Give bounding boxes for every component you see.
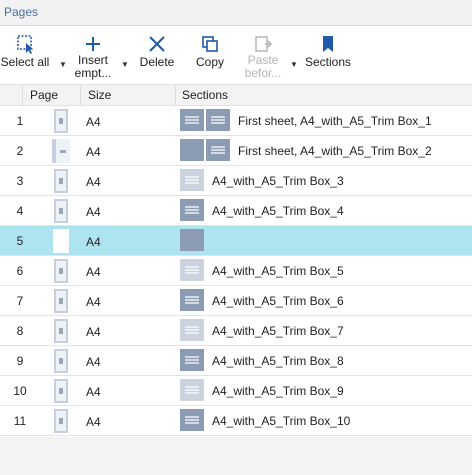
page-thumbnail (54, 109, 68, 133)
delete-label: Delete (139, 55, 175, 69)
column-header-sections[interactable]: Sections (182, 88, 228, 102)
section-light-icon (180, 169, 204, 191)
page-thumbnail (54, 289, 68, 313)
table-row-selected[interactable]: 5 A4 (0, 226, 472, 256)
sections-label: Sections (304, 55, 352, 69)
page-number: 3 (16, 174, 24, 188)
page-size: A4 (86, 325, 101, 339)
page-thumbnail (54, 379, 68, 403)
page-thumbnail-landscape (52, 139, 70, 163)
select-all-icon (17, 35, 34, 54)
pages-panel-header: Pages (0, 0, 472, 26)
column-separator (175, 85, 176, 107)
toolbar: Select all ▼ Insert empt... ▼ Delete Cop… (0, 30, 472, 84)
section-name: A4_with_A5_Trim Box_8 (212, 354, 344, 368)
panel-title: Pages (4, 5, 39, 19)
column-header-page[interactable]: Page (30, 88, 58, 102)
page-number: 9 (16, 354, 24, 368)
plus-icon (86, 37, 100, 51)
section-dark-icon (180, 349, 204, 371)
page-number: 8 (16, 324, 24, 338)
page-size: A4 (86, 115, 101, 129)
table-row[interactable]: 9 A4 A4_with_A5_Trim Box_8 (0, 346, 472, 376)
page-thumbnail-blank (53, 229, 69, 253)
page-number: 7 (16, 294, 24, 308)
page-size: A4 (86, 175, 101, 189)
insert-empty-button[interactable]: Insert empt... (72, 30, 114, 84)
section-name: A4_with_A5_Trim Box_4 (212, 204, 344, 218)
section-dark-icon (206, 139, 230, 161)
page-number: 10 (13, 384, 27, 398)
sections-button[interactable]: Sections (302, 30, 354, 84)
page-thumbnail (54, 409, 68, 433)
section-dark-icon (180, 199, 204, 221)
paste-icon (255, 36, 273, 52)
select-all-label: Select all (0, 55, 50, 69)
section-name: A4_with_A5_Trim Box_9 (212, 384, 344, 398)
paste-before-label-2: befor... (244, 66, 282, 80)
section-light-icon (180, 319, 204, 341)
delete-x-icon (149, 36, 165, 52)
table-row[interactable]: 1 A4 First sheet, A4_with_A5_Trim Box_1 (0, 106, 472, 136)
table-row[interactable]: 6 A4 A4_with_A5_Trim Box_5 (0, 256, 472, 286)
select-all-dropdown-icon[interactable]: ▼ (59, 60, 67, 69)
table-row[interactable]: 3 A4 A4_with_A5_Trim Box_3 (0, 166, 472, 196)
bookmark-icon (323, 36, 333, 52)
page-size: A4 (86, 355, 101, 369)
table-row[interactable]: 8 A4 A4_with_A5_Trim Box_7 (0, 316, 472, 346)
section-name: A4_with_A5_Trim Box_7 (212, 324, 344, 338)
page-thumbnail (54, 349, 68, 373)
page-size: A4 (86, 235, 101, 249)
page-number: 5 (16, 234, 24, 248)
page-thumbnail (54, 319, 68, 343)
section-blank-icon (180, 229, 204, 251)
page-thumbnail (54, 199, 68, 223)
table-row[interactable]: 2 A4 First sheet, A4_with_A5_Trim Box_2 (0, 136, 472, 166)
page-thumbnail (54, 169, 68, 193)
section-name: First sheet, A4_with_A5_Trim Box_1 (238, 114, 432, 128)
select-all-button[interactable]: Select all (0, 30, 50, 84)
copy-icon (202, 36, 218, 52)
section-dark-icon (180, 109, 204, 131)
page-number: 2 (16, 144, 24, 158)
insert-empty-dropdown-icon[interactable]: ▼ (121, 60, 129, 69)
section-name: A4_with_A5_Trim Box_6 (212, 294, 344, 308)
section-name: A4_with_A5_Trim Box_10 (212, 414, 351, 428)
delete-button[interactable]: Delete (136, 30, 178, 84)
section-name: A4_with_A5_Trim Box_3 (212, 174, 344, 188)
page-number: 6 (16, 264, 24, 278)
copy-label: Copy (195, 55, 224, 69)
section-dark-icon (180, 409, 204, 431)
section-blank-icon (180, 139, 204, 161)
section-dark-icon (180, 289, 204, 311)
grid-header: Page Size Sections (0, 84, 472, 107)
section-dark-icon (206, 109, 230, 131)
column-separator (22, 85, 23, 107)
paste-before-button[interactable]: Paste befor... (242, 30, 284, 84)
page-size: A4 (86, 205, 101, 219)
paste-before-dropdown-icon[interactable]: ▼ (290, 60, 298, 69)
page-size: A4 (86, 415, 101, 429)
insert-empty-label-2: empt... (74, 66, 112, 80)
table-row[interactable]: 4 A4 A4_with_A5_Trim Box_4 (0, 196, 472, 226)
column-header-size[interactable]: Size (88, 88, 111, 102)
page-thumbnail (54, 259, 68, 283)
section-light-icon (180, 259, 204, 281)
grid-footer (0, 437, 472, 475)
page-number: 11 (13, 414, 27, 428)
table-row[interactable]: 7 A4 A4_with_A5_Trim Box_6 (0, 286, 472, 316)
table-row[interactable]: 11 A4 A4_with_A5_Trim Box_10 (0, 406, 472, 436)
copy-button[interactable]: Copy (190, 30, 230, 84)
section-light-icon (180, 379, 204, 401)
section-name: A4_with_A5_Trim Box_5 (212, 264, 344, 278)
table-row[interactable]: 10 A4 A4_with_A5_Trim Box_9 (0, 376, 472, 406)
page-size: A4 (86, 145, 101, 159)
page-size: A4 (86, 385, 101, 399)
page-size: A4 (86, 295, 101, 309)
column-separator (80, 85, 81, 107)
section-name: First sheet, A4_with_A5_Trim Box_2 (238, 144, 432, 158)
page-number: 1 (16, 114, 24, 128)
page-size: A4 (86, 265, 101, 279)
page-number: 4 (16, 204, 24, 218)
